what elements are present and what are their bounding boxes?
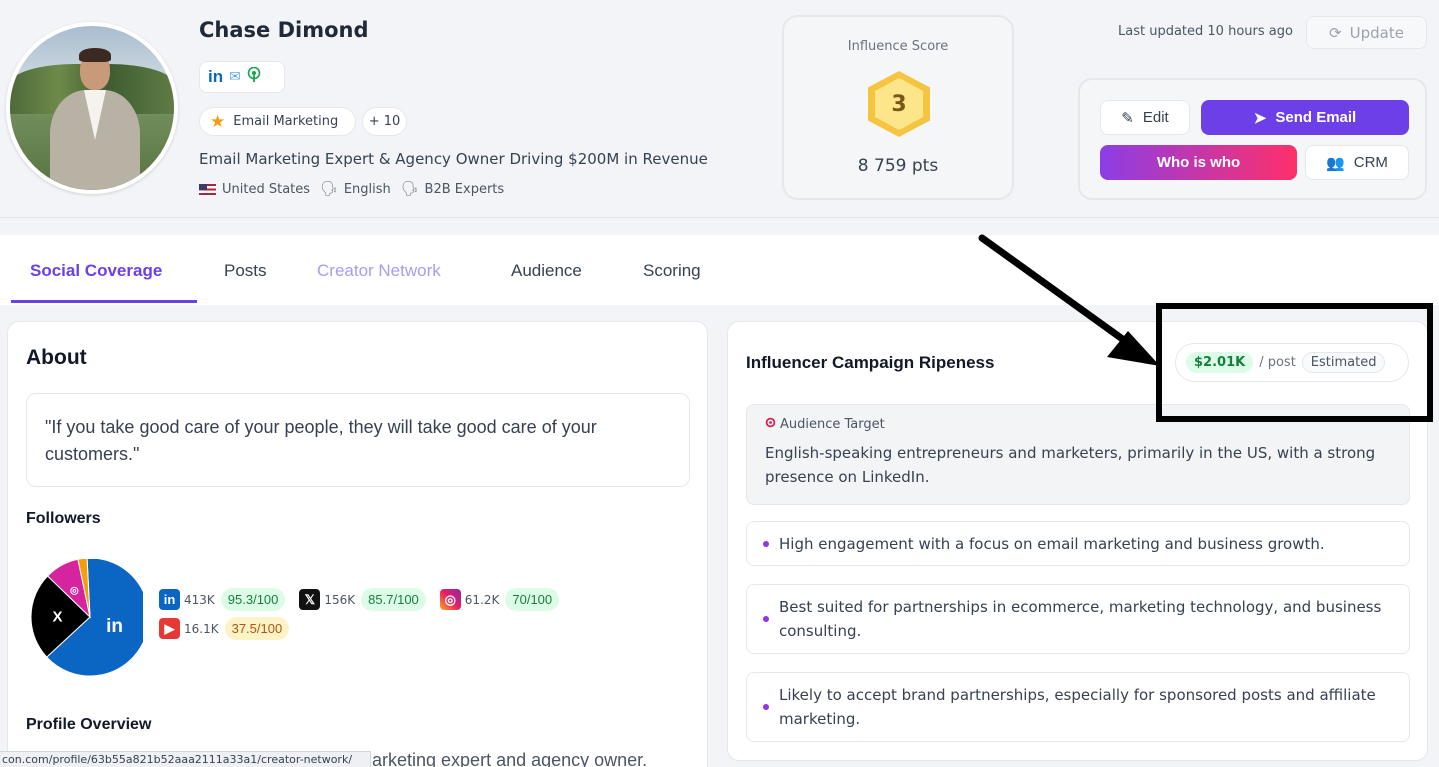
x-count: 156K (324, 592, 356, 607)
youtube-score: 37.5/100 (224, 617, 290, 640)
youtube-icon: ▶ (159, 618, 180, 639)
tag-email-marketing[interactable]: ★ Email Marketing (199, 107, 356, 136)
social-links: in ✉ (199, 61, 285, 93)
insight-item: High engagement with a focus on email ma… (746, 521, 1410, 566)
refresh-icon: ⟳ (1329, 23, 1342, 42)
instagram-count: 61.2K (464, 592, 500, 607)
tab-audience[interactable]: Audience (511, 261, 582, 281)
speaking-icon: 🗣 (400, 181, 419, 197)
profile-header: Chase Dimond in ✉ ★ Email Marketing + 10… (0, 0, 1439, 218)
linkedin-icon[interactable]: in (208, 67, 223, 87)
star-icon: ★ (210, 111, 226, 132)
stat-row: in 413K 95.3/100 𝕏 156K 85.7/100 ◎ 61.2K… (159, 588, 679, 611)
update-button[interactable]: ⟳ Update (1306, 16, 1427, 49)
bullet-dot (763, 616, 769, 622)
profile-overview-text: arketing expert and agency owner. (372, 750, 648, 767)
who-is-who-button[interactable]: Who is who (1100, 145, 1297, 180)
mail-icon[interactable]: ✉ (229, 69, 241, 85)
profile-overview-title: Profile Overview (26, 716, 152, 733)
tab-social-coverage[interactable]: Social Coverage (30, 261, 162, 281)
rank-number: 3 (875, 78, 923, 130)
insight-text: Best suited for partnerships in ecommerc… (779, 598, 1382, 640)
about-title: About (26, 346, 87, 369)
crm-label: CRM (1353, 154, 1388, 171)
x-score: 85.7/100 (361, 588, 426, 611)
edit-button[interactable]: ✎ Edit (1100, 100, 1190, 135)
influence-score-card: Influence Score 3 8 759 pts (782, 15, 1014, 200)
tag-more-button[interactable]: + 10 (362, 107, 407, 136)
x-icon: 𝕏 (299, 589, 321, 610)
follower-stats: in 413K 95.3/100 𝕏 156K 85.7/100 ◎ 61.2K… (159, 588, 679, 646)
profile-name: Chase Dimond (199, 18, 369, 42)
update-label: Update (1349, 23, 1404, 42)
bullet-dot (763, 540, 769, 547)
stat-row: ▶ 16.1K 37.5/100 (159, 617, 679, 640)
send-email-label: Send Email (1275, 109, 1357, 126)
insight-text: Likely to accept brand partnerships, esp… (779, 686, 1376, 728)
pie-label-x: X (53, 609, 63, 626)
category: B2B Experts (424, 181, 505, 197)
followers-title: Followers (26, 510, 101, 527)
score-points: 8 759 pts (857, 156, 939, 176)
pie-label-instagram: ◎ (70, 586, 79, 597)
tab-active-indicator (11, 300, 197, 303)
speaking-icon: 🗣 (320, 181, 338, 197)
ripeness-title: Influencer Campaign Ripeness (746, 353, 995, 372)
about-quote: "If you take good care of your people, t… (26, 393, 690, 487)
about-panel: About "If you take good care of your peo… (7, 321, 708, 767)
language: English (343, 181, 391, 197)
linkedin-count: 413K (184, 592, 215, 607)
send-icon: ➤ (1253, 109, 1267, 127)
send-email-button[interactable]: ➤ Send Email (1201, 100, 1409, 135)
instagram-icon: ◎ (439, 589, 461, 610)
tag-label: Email Marketing (233, 114, 339, 129)
audience-target-text: English-speaking entrepreneurs and marke… (765, 444, 1376, 486)
status-bar-url: con.com/profile/63b55a821b52aaa2111a33a1… (0, 751, 371, 767)
edit-icon: ✎ (1121, 109, 1134, 127)
bullet-dot (763, 704, 769, 710)
annotation-box (1156, 303, 1433, 422)
linkedin-score: 95.3/100 (220, 588, 286, 611)
crm-button[interactable]: 👥 CRM (1305, 145, 1409, 180)
linkedin-icon: in (159, 589, 180, 610)
last-updated: Last updated 10 hours ago (1118, 24, 1293, 39)
tab-posts[interactable]: Posts (224, 261, 267, 281)
tab-scoring[interactable]: Scoring (643, 261, 701, 281)
actions-card: ✎ Edit ➤ Send Email Who is who 👥 CRM (1078, 78, 1427, 200)
rank-badge: 3 (868, 71, 930, 137)
tab-creator-network[interactable]: Creator Network (317, 261, 441, 281)
followers-pie-chart: in X ◎ (31, 559, 143, 677)
profile-bio: Email Marketing Expert & Agency Owner Dr… (199, 150, 708, 168)
edit-label: Edit (1142, 109, 1169, 126)
target-icon (765, 417, 776, 432)
users-icon: 👥 (1326, 154, 1345, 172)
tab-bar: Social Coverage Posts Creator Network Au… (0, 235, 1439, 305)
score-label: Influence Score (847, 39, 949, 54)
us-flag-icon (199, 183, 216, 195)
avatar (6, 22, 178, 194)
insight-text: High engagement with a focus on email ma… (779, 534, 1325, 553)
podcast-icon[interactable] (247, 66, 261, 87)
youtube-count: 16.1K (184, 621, 219, 636)
insight-item: Best suited for partnerships in ecommerc… (746, 584, 1410, 654)
profile-meta: United States 🗣 English 🗣 B2B Experts (199, 181, 504, 197)
insight-item: Likely to accept brand partnerships, esp… (746, 672, 1410, 742)
pie-label-linkedin: in (106, 616, 123, 637)
audience-target-label: Audience Target (780, 417, 885, 432)
instagram-score: 70/100 (505, 588, 560, 611)
country: United States (222, 181, 311, 197)
